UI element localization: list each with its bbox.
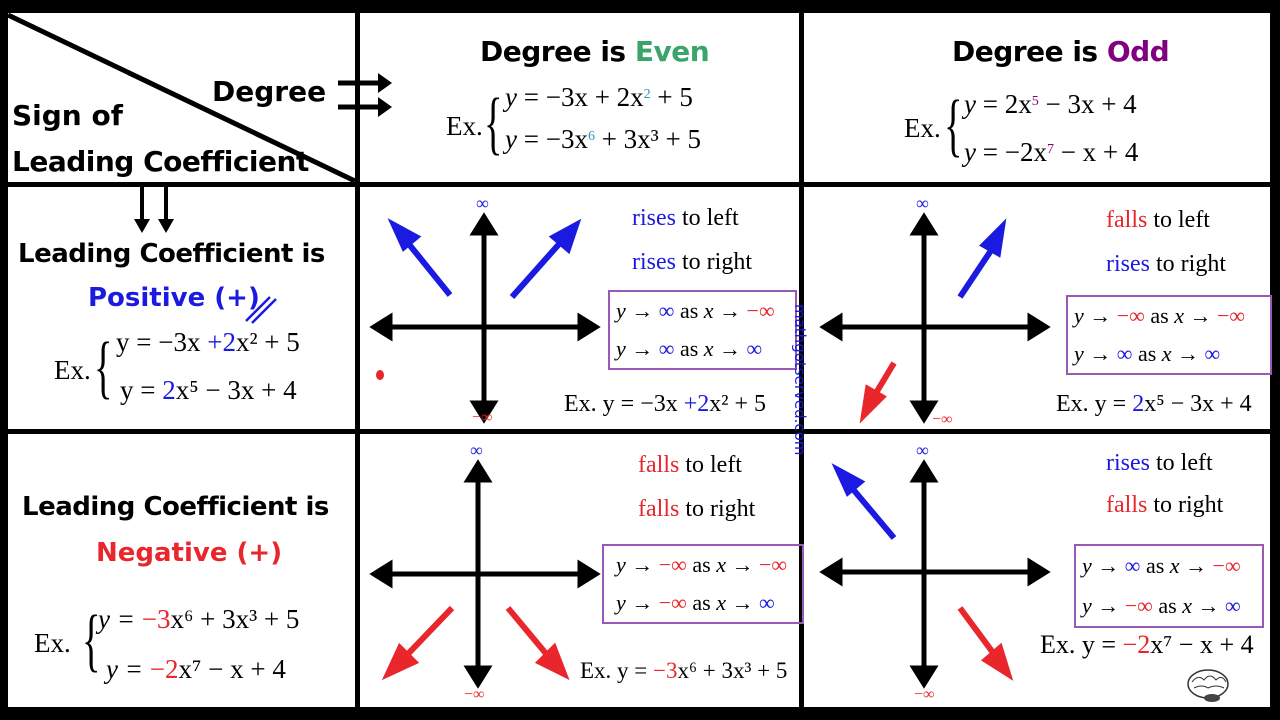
- header-odd-example-2: y = −2x7 − x + 4: [964, 137, 1139, 167]
- limit-left: y → ∞ as x → −∞: [1082, 553, 1241, 578]
- limit-box: y → ∞ as x → −∞ y → ∞ as x → ∞: [608, 290, 797, 370]
- bottom-neg-infinity: −∞: [464, 686, 485, 703]
- brace: {: [94, 329, 113, 406]
- cell-negative-odd: ∞ −∞ rises to left falls to right y → ∞ …: [804, 434, 1270, 707]
- header-even: Degree is Even Ex. { y = −3x + 2x2 + 5 y…: [360, 13, 799, 182]
- row-negative-example-2: y = −2x⁷ − x + 4: [106, 654, 286, 684]
- left-behavior: rises to left: [632, 205, 739, 231]
- row-positive-ex-label: Ex.: [54, 355, 91, 385]
- row-negative-title: Leading Coefficient is: [22, 492, 329, 522]
- row-positive-example-1: y = −3x +2x² + 5: [116, 327, 300, 357]
- right-behavior: rises to right: [1106, 251, 1226, 277]
- top-infinity: ∞: [916, 193, 929, 213]
- limit-left: y → ∞ as x → −∞: [616, 298, 775, 323]
- x-axis: [819, 557, 1051, 587]
- header-odd-example-1: y = 2x5 − 3x + 4: [964, 89, 1137, 119]
- limit-box: y → −∞ as x → −∞ y → −∞ as x → ∞: [602, 544, 804, 624]
- left-behavior: rises to left: [1106, 450, 1213, 476]
- header-even-example-1: y = −3x + 2x2 + 5: [505, 82, 693, 112]
- corner-cell: Degree Sign of Leading Coefficient: [8, 13, 355, 182]
- limit-left: y → −∞ as x → −∞: [1074, 303, 1246, 328]
- brace: {: [484, 85, 503, 162]
- limit-box: y → −∞ as x → −∞ y → ∞ as x → ∞: [1066, 295, 1272, 375]
- even-word: Even: [634, 35, 710, 68]
- row-negative-example-1: y = −3x⁶ + 3x³ + 5: [98, 604, 300, 634]
- left-end-arrow-up: [831, 463, 897, 540]
- right-end-arrow-down: [957, 606, 1014, 681]
- limit-left: y → −∞ as x → −∞: [616, 552, 788, 577]
- cell-positive-odd: mathgotserved.com ∞ −∞ fa: [791, 187, 1272, 455]
- right-end-arrow-up: [509, 218, 582, 299]
- bottom-neg-infinity: −∞: [914, 686, 935, 703]
- header-odd: Degree is Odd Ex. { y = 2x5 − 3x + 4 y =…: [804, 13, 1270, 182]
- bottom-neg-infinity: −∞: [932, 411, 953, 428]
- y-axis: [909, 212, 939, 424]
- top-infinity: ∞: [916, 440, 929, 460]
- right-behavior: falls to right: [1106, 492, 1224, 518]
- top-infinity: ∞: [470, 440, 483, 460]
- left-end-arrow-up: [387, 218, 453, 297]
- row-positive-label: Leading Coefficient is Positive (+) Ex. …: [8, 187, 355, 429]
- row-negative-sign: Negative (+): [96, 538, 283, 568]
- brain-logo-icon: [1187, 669, 1229, 702]
- cell-example: Ex. y = −3x +2x² + 5: [564, 391, 767, 417]
- degree-label: Degree: [212, 75, 327, 108]
- row-positive-sign: Positive (+): [88, 283, 260, 313]
- header-even-title: Degree is Even: [480, 35, 710, 68]
- brace: {: [944, 87, 963, 164]
- y-axis: [469, 212, 499, 424]
- sign-of-label: Sign of: [12, 99, 123, 132]
- top-infinity: ∞: [476, 193, 489, 213]
- bottom-neg-infinity: −∞: [472, 409, 493, 426]
- left-behavior: falls to left: [1106, 207, 1210, 233]
- x-axis: [819, 312, 1051, 342]
- row-negative-label: Leading Coefficient is Negative (+) Ex. …: [8, 434, 355, 707]
- cell-example: Ex. y = 2x⁵ − 3x + 4: [1056, 391, 1252, 417]
- right-behavior: falls to right: [638, 496, 756, 522]
- header-odd-ex-label: Ex.: [904, 113, 941, 143]
- limit-box: y → ∞ as x → −∞ y → −∞ as x → ∞: [1074, 544, 1264, 628]
- left-behavior: falls to left: [638, 452, 742, 478]
- left-end-arrow-down: [381, 605, 455, 681]
- row-positive-example-2: y = 2x⁵ − 3x + 4: [120, 375, 297, 405]
- x-axis: [369, 559, 601, 589]
- red-dot-mark: [376, 370, 384, 380]
- cell-negative-even: ∞ −∞ falls to left falls to right y → −∞…: [360, 434, 804, 707]
- polynomial-end-behavior-table: Degree Sign of Leading Coefficient Degre…: [3, 8, 1275, 712]
- left-end-arrow-down: [859, 361, 897, 424]
- cell-example: Ex. y = −2x⁷ − x + 4: [1040, 630, 1254, 659]
- cell-positive-even: ∞ −∞ rises to left rises to right y → ∞ …: [360, 187, 799, 429]
- right-end-arrow-up: [957, 218, 1007, 299]
- limit-right: y → −∞ as x → ∞: [616, 590, 775, 615]
- leading-coefficient-label: Leading Coefficient: [12, 145, 309, 178]
- right-end-arrow-down: [505, 606, 570, 681]
- header-odd-title: Degree is Odd: [952, 35, 1170, 68]
- row-negative-ex-label: Ex.: [34, 628, 71, 658]
- row-positive-title: Leading Coefficient is: [18, 239, 325, 269]
- cell-example: Ex. y = −3x⁶ + 3x³ + 5: [580, 658, 788, 683]
- header-even-ex-label: Ex.: [446, 111, 483, 141]
- right-behavior: rises to right: [632, 249, 752, 275]
- odd-word: Odd: [1106, 35, 1170, 68]
- limit-right: y → −∞ as x → ∞: [1082, 593, 1241, 618]
- limit-right: y → ∞ as x → ∞: [616, 336, 763, 361]
- limit-right: y → ∞ as x → ∞: [1074, 341, 1221, 366]
- header-even-example-2: y = −3x6 + 3x³ + 5: [505, 124, 702, 154]
